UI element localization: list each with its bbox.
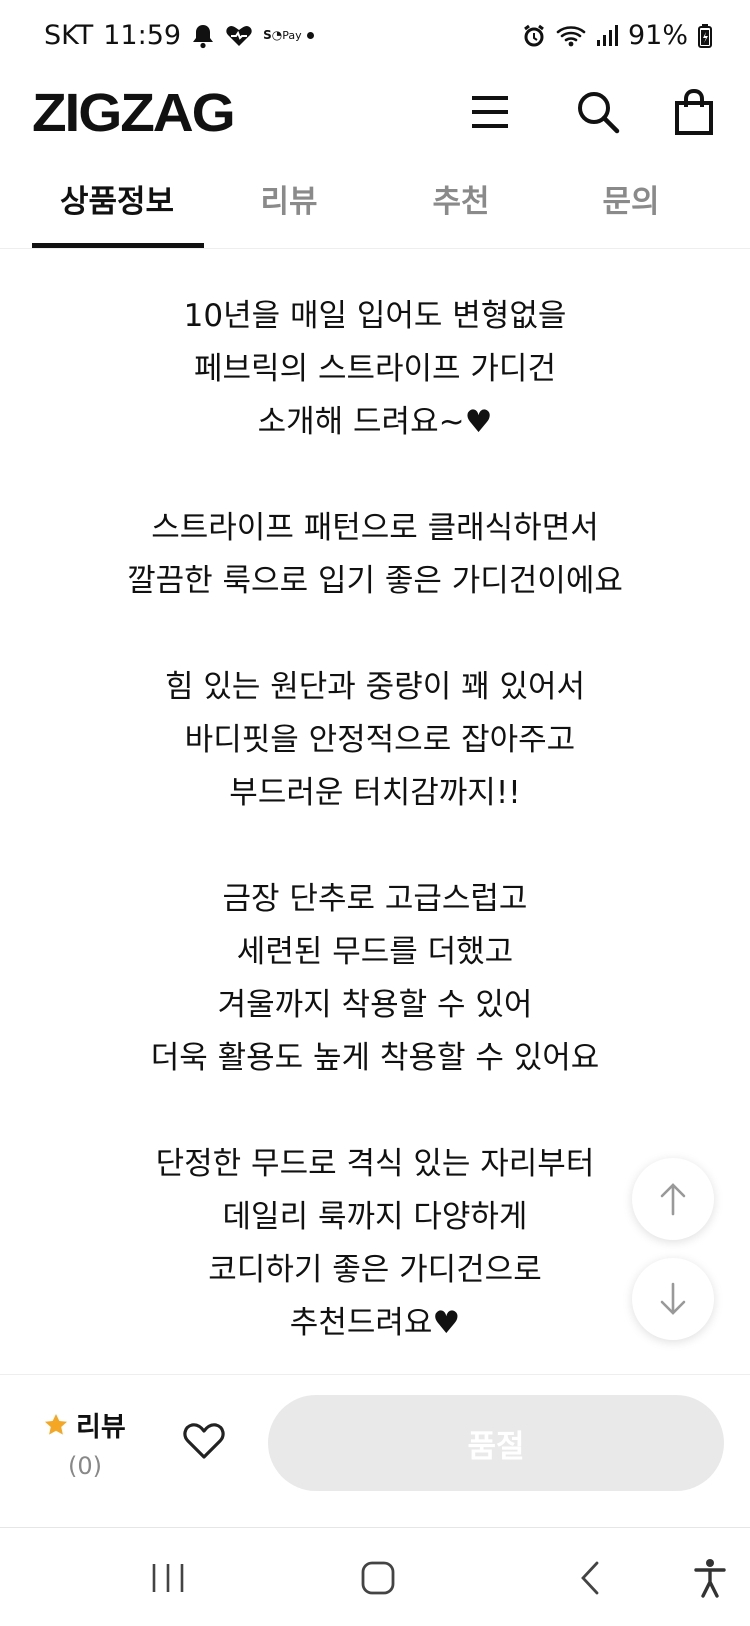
review-label: 리뷰 — [76, 1412, 126, 1443]
back-icon — [581, 1561, 599, 1595]
shopping-bag-icon — [675, 89, 713, 135]
battery-percent: 91% — [627, 20, 688, 51]
description-line: 스트라이프 패턴으로 클래식하면서 — [151, 510, 599, 546]
home-button[interactable] — [348, 1550, 408, 1606]
description-line: 금장 단추로 고급스럽고 — [222, 881, 528, 917]
review-summary[interactable]: 리뷰 (0) — [44, 1405, 154, 1480]
wifi-icon — [556, 24, 586, 48]
tab-recommend[interactable]: 추천 — [376, 170, 546, 248]
heart-link-icon — [225, 24, 253, 48]
home-icon — [361, 1561, 395, 1595]
pay-label: Pay — [282, 29, 302, 42]
search-icon — [578, 92, 620, 134]
tab-product-info[interactable]: 상품정보 — [32, 170, 202, 248]
wishlist-button[interactable] — [176, 1413, 232, 1469]
review-count: (0) — [68, 1452, 102, 1480]
scroll-top-button[interactable] — [632, 1158, 714, 1240]
description-line: 겨울까지 착용할 수 있어 — [217, 987, 533, 1023]
soldout-button[interactable]: 품절 — [268, 1395, 724, 1491]
cart-button[interactable] — [666, 84, 722, 140]
description-line: 소개해 드려요~♥ — [257, 404, 493, 440]
purchase-action-bar: 리뷰 (0) 품절 — [0, 1374, 750, 1525]
description-line: 힘 있는 원단과 중량이 꽤 있어서 — [164, 669, 586, 705]
notification-dot — [307, 32, 315, 39]
description-paragraph: 힘 있는 원단과 중량이 꽤 있어서 바디핏을 안정적으로 잡아주고 부드러운 … — [0, 661, 750, 820]
description-line: 깔끔한 룩으로 입기 좋은 가디건이에요 — [127, 563, 623, 599]
description-line: 세련된 무드를 더했고 — [236, 934, 514, 970]
search-button[interactable] — [570, 84, 626, 140]
description-paragraph: 금장 단추로 고급스럽고 세련된 무드를 더했고 겨울까지 착용할 수 있어 더… — [0, 873, 750, 1085]
zigzag-logo[interactable]: ZIGZAG — [32, 82, 236, 144]
scroll-bottom-button[interactable] — [632, 1258, 714, 1340]
active-tab-indicator — [32, 243, 204, 248]
description-line: 바디핏을 안정적으로 잡아주고 — [174, 722, 576, 758]
back-button[interactable] — [560, 1550, 620, 1606]
star-icon — [45, 1413, 67, 1435]
clock: 11:59 — [103, 20, 182, 51]
status-bar: SKT 11:59 S◔ Pay 91% — [0, 0, 750, 72]
menu-icon — [472, 96, 508, 128]
carrier-label: SKT — [44, 20, 94, 51]
description-paragraph: 10년을 매일 입어도 변형없을 페브릭의 스트라이프 가디건 소개해 드려요~… — [0, 290, 750, 449]
tab-inquiry[interactable]: 문의 — [546, 170, 716, 248]
heart-icon — [183, 1423, 225, 1459]
bell-icon — [191, 23, 215, 49]
product-tabs: 상품정보 리뷰 추천 문의 — [0, 170, 750, 249]
pay-icon: S◔ Pay — [263, 28, 302, 42]
accessibility-button[interactable] — [680, 1550, 740, 1606]
recent-apps-button[interactable] — [138, 1550, 198, 1606]
signal-icon — [596, 24, 618, 48]
status-right: 91% — [522, 20, 712, 51]
alarm-icon — [522, 24, 546, 48]
tab-review[interactable]: 리뷰 — [204, 170, 374, 248]
menu-button[interactable] — [462, 84, 518, 140]
app-header: ZIGZAG — [0, 76, 750, 156]
product-description: 10년을 매일 입어도 변형없을 페브릭의 스트라이프 가디건 소개해 드려요~… — [0, 290, 750, 1403]
system-nav-bar — [0, 1527, 750, 1626]
description-paragraph: 스트라이프 패턴으로 클래식하면서 깔끔한 룩으로 입기 좋은 가디건이에요 — [0, 502, 750, 608]
description-line: 페브릭의 스트라이프 가디건 — [194, 351, 556, 387]
description-line: 더욱 활용도 높게 착용할 수 있어요 — [150, 1040, 600, 1076]
review-row: 리뷰 — [44, 1405, 154, 1444]
description-line: 10년을 매일 입어도 변형없을 — [183, 298, 567, 334]
status-left: SKT 11:59 S◔ Pay — [44, 20, 315, 51]
accessibility-icon — [694, 1559, 726, 1598]
arrow-up-icon — [660, 1183, 686, 1216]
recent-apps-icon — [152, 1564, 184, 1592]
arrow-down-icon — [660, 1282, 686, 1315]
battery-icon — [698, 23, 712, 48]
description-line: 부드러운 터치감까지!! — [229, 775, 521, 811]
